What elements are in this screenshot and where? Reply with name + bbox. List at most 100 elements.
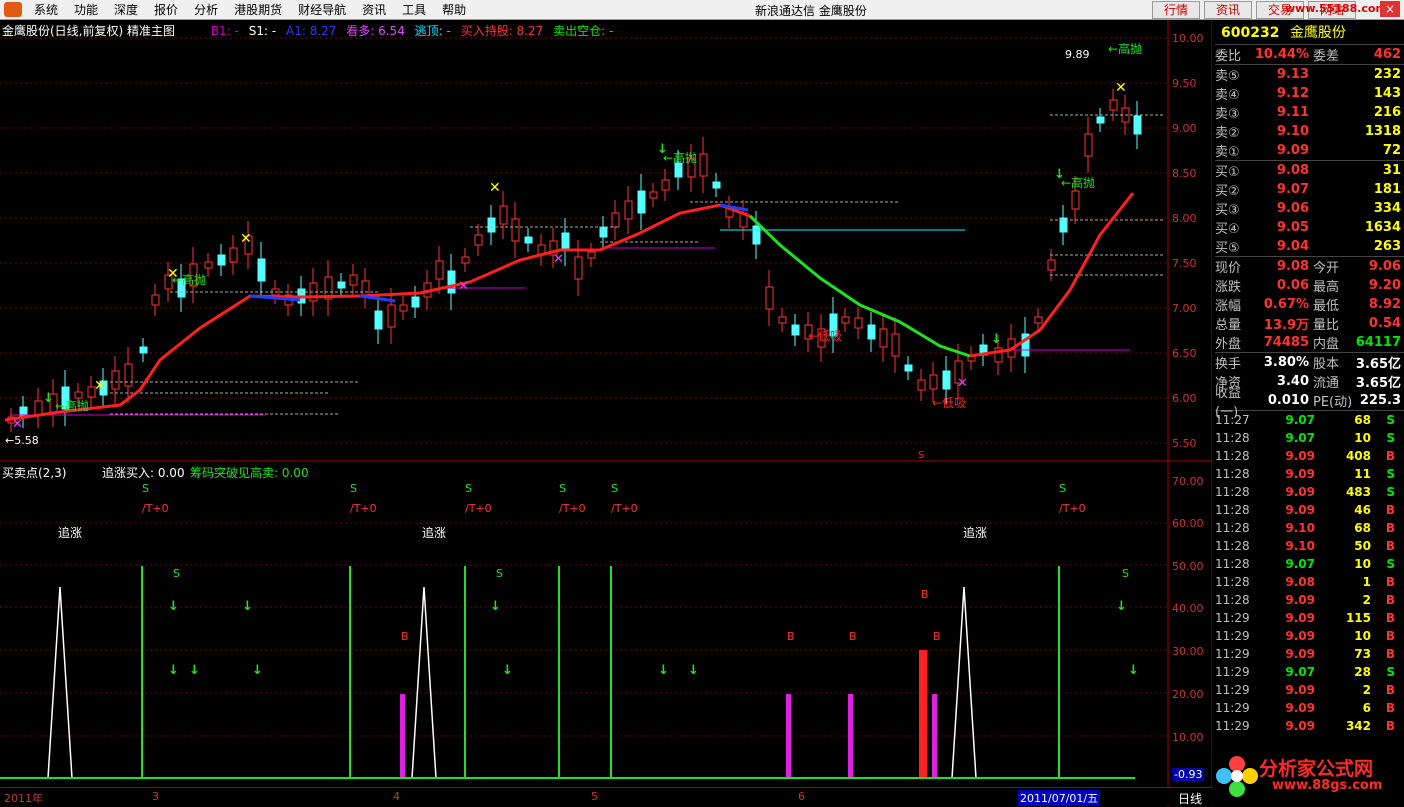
s-label: S bbox=[465, 482, 472, 495]
axis-label: 7.50 bbox=[1172, 257, 1197, 270]
watermark: www.55188.com bbox=[1285, 2, 1387, 15]
tick-row: 11:29 9.09 115 B bbox=[1215, 609, 1404, 627]
axis-label: 9.50 bbox=[1172, 77, 1197, 90]
tick-row: 11:29 9.09 6 B bbox=[1215, 699, 1404, 717]
candle bbox=[461, 256, 470, 264]
tick-row: 11:29 9.09 10 B bbox=[1215, 627, 1404, 645]
row-label2: 内盘 bbox=[1313, 337, 1340, 352]
tick-row: 11:27 9.07 68 S bbox=[1215, 411, 1404, 429]
svg-text:✕: ✕ bbox=[458, 279, 469, 294]
candle bbox=[447, 270, 456, 294]
svg-text:✕: ✕ bbox=[957, 376, 968, 391]
candle bbox=[929, 374, 938, 390]
row-label2: PE(动) bbox=[1313, 395, 1353, 410]
candle bbox=[765, 286, 774, 310]
tick-time: 11:29 bbox=[1215, 665, 1250, 679]
candle bbox=[374, 310, 383, 330]
axis-label: 70.00 bbox=[1172, 475, 1204, 488]
tick-time: 11:28 bbox=[1215, 485, 1250, 499]
ask-list: 卖⑤ 9.13 232 卖④ 9.12 143 卖③ 9.11 216 卖② 9.10 1318 卖① 9… bbox=[1215, 65, 1404, 160]
menu-finance-nav[interactable]: 财经导航 bbox=[290, 1, 354, 18]
tick-price: 9.07 bbox=[1285, 557, 1315, 571]
candle bbox=[487, 217, 496, 233]
weibi-row: 委比 10.44% 委差 462 bbox=[1215, 45, 1404, 65]
candle bbox=[387, 304, 396, 328]
menu-news[interactable]: 资讯 bbox=[354, 1, 394, 18]
candle bbox=[411, 296, 420, 308]
tick-side: B bbox=[1385, 503, 1395, 517]
quote-button[interactable]: 行情 bbox=[1152, 1, 1200, 19]
tick-volume: 342 bbox=[1345, 719, 1371, 733]
axis-label: 8.00 bbox=[1172, 212, 1197, 225]
down-arrow-icon: ↓ bbox=[688, 663, 699, 678]
tick-price: 9.07 bbox=[1285, 665, 1315, 679]
tick-price: 9.09 bbox=[1285, 647, 1315, 661]
row-value: 9.06 bbox=[1276, 201, 1309, 216]
row-label: 卖③ bbox=[1215, 107, 1240, 122]
row-value2: 143 bbox=[1373, 86, 1401, 101]
stat-row: 换手 3.80% 股本 3.65亿 bbox=[1215, 353, 1404, 372]
menu-help[interactable]: 帮助 bbox=[434, 1, 474, 18]
volume-bar bbox=[848, 694, 853, 778]
row-value: 74485 bbox=[1263, 335, 1309, 350]
tick-time: 11:28 bbox=[1215, 431, 1250, 445]
tick-time: 11:28 bbox=[1215, 557, 1250, 571]
menu-quote[interactable]: 报价 bbox=[146, 1, 186, 18]
tick-row: 11:28 9.09 483 S bbox=[1215, 483, 1404, 501]
candle bbox=[841, 316, 850, 324]
row-value: 0.06 bbox=[1276, 278, 1309, 293]
ask-row: 卖② 9.10 1318 bbox=[1215, 122, 1404, 141]
menu-depth[interactable]: 深度 bbox=[106, 1, 146, 18]
row-value2: 9.06 bbox=[1368, 259, 1401, 274]
tick-row: 11:28 9.09 2 B bbox=[1215, 591, 1404, 609]
down-arrow-icon: ↓ bbox=[189, 663, 200, 678]
menu-tools[interactable]: 工具 bbox=[394, 1, 434, 18]
row-value2: 334 bbox=[1373, 201, 1401, 216]
period-label[interactable]: 日线 bbox=[1178, 790, 1202, 807]
row-label: 涨幅 bbox=[1215, 299, 1242, 314]
gaopao-label: ←高抛 bbox=[663, 150, 697, 165]
gaopao-label: ←高抛 bbox=[1108, 41, 1142, 56]
close-icon[interactable]: × bbox=[1380, 1, 1400, 17]
tick-side: B bbox=[1385, 539, 1395, 553]
candle bbox=[778, 316, 787, 324]
volume-bar bbox=[786, 694, 791, 778]
candle bbox=[649, 191, 658, 199]
menu-system[interactable]: 系统 bbox=[26, 1, 66, 18]
candle bbox=[917, 379, 926, 391]
tick-side: B bbox=[1385, 683, 1395, 697]
tick-volume: 10 bbox=[1354, 557, 1371, 571]
s-marker: S bbox=[918, 450, 924, 461]
time-label: 5 bbox=[591, 790, 598, 803]
row-label: 换手 bbox=[1215, 357, 1242, 372]
taoding-value: 逃顶: - bbox=[414, 24, 451, 38]
row-value: 9.13 bbox=[1276, 67, 1309, 82]
row-label: 卖④ bbox=[1215, 88, 1240, 103]
stat-row: 总量 13.9万 量比 0.54 bbox=[1215, 314, 1404, 333]
tick-row: 11:28 9.07 10 S bbox=[1215, 555, 1404, 573]
tick-row: 11:28 9.09 11 S bbox=[1215, 465, 1404, 483]
kline-chart[interactable]: ✕✕✕ ✕✕ ✕✕✕✕ ↓↓↓↓ ←高抛 ←高抛 ←高抛 ←高抛 ←高抛 ←低吸… bbox=[0, 20, 1212, 807]
row-label2: 流通 bbox=[1313, 376, 1340, 391]
menu-hk-futures[interactable]: 港股期货 bbox=[226, 1, 290, 18]
menu-analysis[interactable]: 分析 bbox=[186, 1, 226, 18]
t0-label: /T+0 bbox=[1059, 502, 1086, 515]
row-label2: 最低 bbox=[1313, 299, 1340, 314]
row-value: 9.12 bbox=[1276, 86, 1309, 101]
candle bbox=[151, 294, 160, 306]
news-button[interactable]: 资讯 bbox=[1204, 1, 1252, 19]
row-value: 9.07 bbox=[1276, 182, 1309, 197]
row-value2: 232 bbox=[1373, 67, 1401, 82]
candle bbox=[904, 364, 913, 372]
row-label: 买⑤ bbox=[1215, 241, 1240, 256]
s-label: S bbox=[350, 482, 357, 495]
tick-price: 9.09 bbox=[1285, 503, 1315, 517]
candle bbox=[361, 280, 370, 296]
tick-side: B bbox=[1385, 701, 1395, 715]
menu-function[interactable]: 功能 bbox=[66, 1, 106, 18]
row-value2: 0.54 bbox=[1368, 316, 1401, 331]
candle bbox=[1109, 99, 1118, 111]
svg-text:✕: ✕ bbox=[553, 252, 564, 267]
b-label: B bbox=[921, 588, 929, 601]
candle bbox=[349, 274, 358, 286]
